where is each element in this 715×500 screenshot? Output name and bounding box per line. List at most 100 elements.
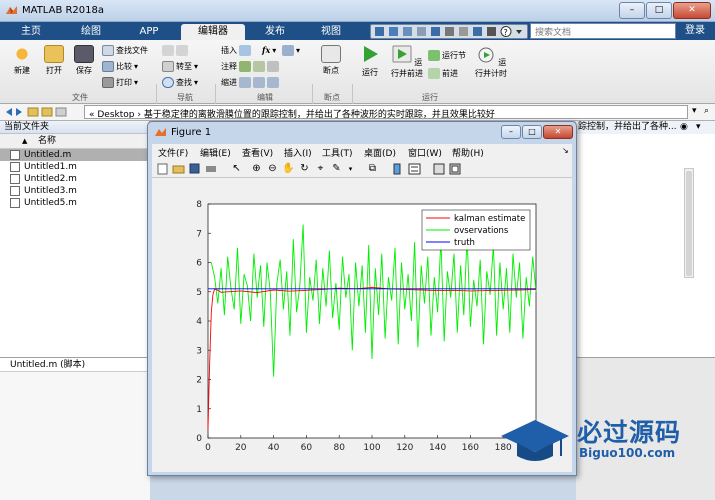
name-column-header[interactable]: ▲ 名称: [0, 134, 149, 149]
select-arrow-icon[interactable]: ↖: [230, 162, 243, 175]
file-list-item[interactable]: Untitled.m: [0, 149, 149, 161]
dropdown-arrow-icon: ▾: [134, 62, 139, 71]
group-label-run: 运行: [422, 93, 438, 102]
tab-plots[interactable]: 绘图: [66, 24, 116, 40]
x-tick-label: 80: [333, 443, 345, 453]
go-to-icon: [162, 61, 174, 72]
show-plot-tools-icon[interactable]: [448, 162, 461, 175]
file-list-item[interactable]: Untitled5.m: [0, 197, 149, 209]
current-folder-path[interactable]: « Desktop › 基于稳定律的离散滑膜位置的跟踪控制，并给出了各种波形的实…: [84, 105, 688, 119]
login-button[interactable]: 登录: [678, 22, 712, 40]
maximize-button[interactable]: □: [646, 2, 672, 19]
close-button[interactable]: ✕: [673, 2, 711, 19]
figure-maximize-button[interactable]: □: [522, 125, 542, 139]
path-dropdown-icon[interactable]: ▾: [692, 106, 697, 116]
indent-button[interactable]: 缩进: [221, 77, 279, 88]
compare-button[interactable]: 比较 ▾: [102, 61, 138, 72]
zoom-out-icon[interactable]: ⊖: [266, 162, 279, 175]
compare-icon: [102, 61, 114, 72]
pan-hand-icon[interactable]: ✋: [282, 162, 295, 175]
editor-panel-title: 踪控制，并给出了各种...: [576, 121, 715, 134]
m-file-icon: [10, 150, 20, 160]
m-file-icon: [10, 174, 20, 184]
scrollbar-thumb[interactable]: [686, 171, 692, 276]
sort-arrow-icon: ▲: [22, 137, 28, 145]
tab-home[interactable]: 主页: [6, 24, 56, 40]
menu-tools[interactable]: 工具(T): [322, 146, 353, 159]
percent-icon: [239, 61, 251, 72]
forward-icon: [176, 45, 188, 56]
insert-icon: [239, 45, 251, 56]
insert-button[interactable]: 插入: [221, 45, 251, 56]
search-documentation-input[interactable]: 搜索文档: [530, 23, 676, 39]
menu-help[interactable]: 帮助(H): [452, 146, 484, 159]
current-folder-panel: 当前文件夹 ▲ 名称 Untitled.m Untitled1.m Untitl…: [0, 121, 150, 500]
menu-insert[interactable]: 插入(I): [284, 146, 312, 159]
run-and-advance-button[interactable]: 运行并前进: [390, 45, 424, 79]
quick-access-toolbar: ?: [370, 24, 528, 39]
insert-colorbar-icon[interactable]: [390, 162, 403, 175]
run-button[interactable]: 运行: [356, 45, 384, 78]
run-play-icon: [364, 46, 378, 62]
tab-apps[interactable]: APP: [124, 24, 174, 40]
save-figure-icon[interactable]: [188, 162, 201, 175]
new-figure-icon[interactable]: [156, 162, 169, 175]
figure-minimize-button[interactable]: –: [501, 125, 521, 139]
insert-legend-icon[interactable]: [408, 162, 421, 175]
rotate-3d-icon[interactable]: ↻: [298, 162, 311, 175]
find-files-button[interactable]: 查找文件: [102, 45, 148, 56]
comment-button[interactable]: 注释: [221, 61, 279, 72]
print-button[interactable]: 打印 ▾: [102, 77, 138, 88]
run-section-button[interactable]: 运行节: [428, 50, 466, 61]
x-tick-label: 0: [205, 443, 211, 453]
file-list-item[interactable]: Untitled1.m: [0, 161, 149, 173]
advance-button[interactable]: 前进: [428, 68, 458, 79]
minimize-button[interactable]: –: [619, 2, 645, 19]
file-list-item[interactable]: Untitled2.m: [0, 173, 149, 185]
dock-arrow-icon[interactable]: ↘: [562, 146, 569, 155]
print-figure-icon[interactable]: [204, 162, 217, 175]
figure-close-button[interactable]: ✕: [543, 125, 573, 139]
breakpoints-button[interactable]: 断点: [316, 45, 346, 76]
run-and-time-button[interactable]: 运行并计时: [474, 45, 508, 79]
link-plot-icon[interactable]: ⧉: [366, 162, 379, 175]
legend-label: kalman estimate: [454, 214, 525, 224]
menu-desktop[interactable]: 桌面(D): [364, 146, 396, 159]
x-tick-label: 140: [429, 443, 446, 453]
file-list-item[interactable]: Untitled3.m: [0, 185, 149, 197]
dropdown-arrow-icon: ▾: [194, 62, 199, 71]
navigation-icons[interactable]: [4, 105, 84, 120]
open-button[interactable]: 打开: [40, 45, 68, 76]
menu-edit[interactable]: 编辑(E): [200, 146, 231, 159]
zoom-in-icon[interactable]: ⊕: [250, 162, 263, 175]
fx-button[interactable]: fx ▾: [262, 45, 276, 55]
search-folder-icon[interactable]: ⌕: [704, 106, 709, 116]
magnifier-icon: [162, 77, 174, 88]
panel-menu-icon[interactable]: ▾: [696, 122, 701, 132]
open-file-icon[interactable]: [172, 162, 185, 175]
menu-file[interactable]: 文件(F): [158, 146, 188, 159]
back-forward-buttons[interactable]: [162, 45, 188, 56]
path-folder[interactable]: 基于稳定律的离散滑膜位置的跟踪控制，并给出了各种波形的实时跟踪，并且效果比较好: [144, 110, 495, 118]
new-button[interactable]: 新建: [8, 45, 36, 76]
find-button[interactable]: 查找 ▾: [162, 77, 198, 88]
brush-icon[interactable]: ✎: [330, 162, 343, 175]
panel-options-icon[interactable]: ◉: [680, 122, 688, 132]
more-insert-button[interactable]: ▾: [282, 45, 300, 56]
path-breadcrumb[interactable]: « Desktop ›: [89, 110, 141, 118]
hide-plot-tools-icon[interactable]: [432, 162, 445, 175]
figure-title-bar[interactable]: Figure 1 – □ ✕: [148, 122, 576, 143]
data-cursor-icon[interactable]: ⌖: [314, 162, 327, 175]
menu-window[interactable]: 窗口(W): [408, 146, 442, 159]
tab-editor[interactable]: 编辑器: [181, 24, 245, 40]
save-button[interactable]: 保存: [70, 45, 98, 76]
editor-scrollbar[interactable]: [684, 168, 694, 278]
go-to-button[interactable]: 转至 ▾: [162, 61, 198, 72]
tab-publish[interactable]: 发布: [250, 24, 300, 40]
tab-view[interactable]: 视图: [306, 24, 356, 40]
quick-access-icons[interactable]: ?: [371, 25, 527, 38]
menu-view[interactable]: 查看(V): [242, 146, 273, 159]
brush-dropdown-icon[interactable]: ▾: [344, 162, 357, 175]
x-tick-label: 160: [462, 443, 479, 453]
chart-legend[interactable]: kalman estimate ovservations truth: [421, 209, 531, 251]
